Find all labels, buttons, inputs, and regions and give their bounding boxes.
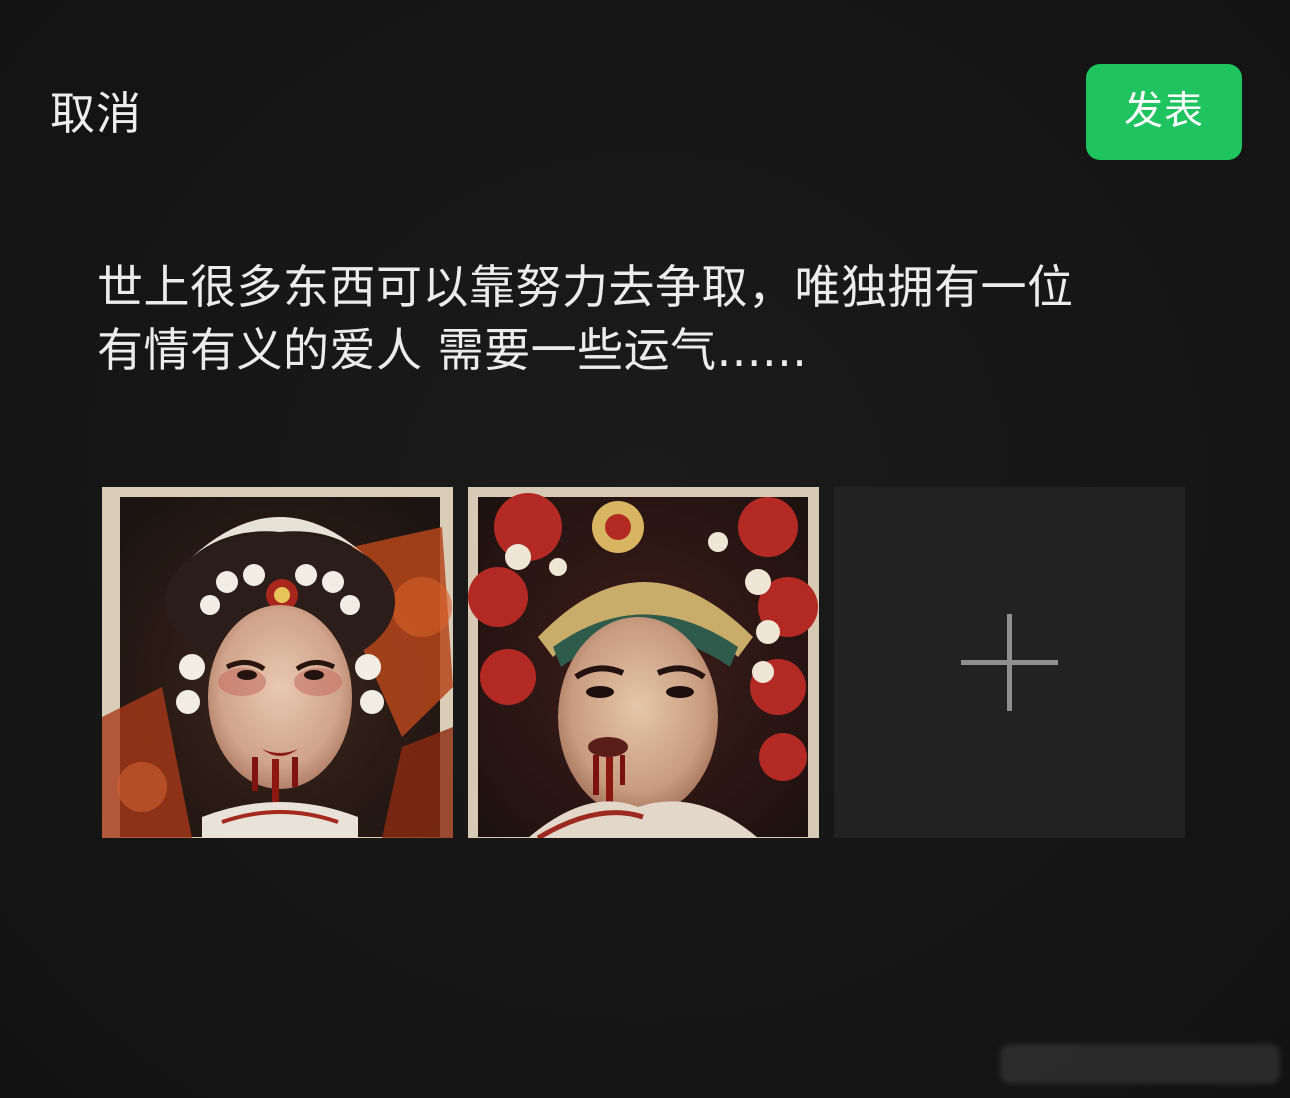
watermark: [1000, 1044, 1280, 1084]
add-image-button[interactable]: [834, 487, 1185, 838]
opera-portrait-image: [468, 487, 819, 838]
post-text-input[interactable]: 世上很多东西可以靠努力去争取，唯独拥有一位 有情有义的爱人 需要一些运气....…: [97, 256, 1187, 382]
opera-portrait-image: [102, 487, 453, 838]
image-thumbnail[interactable]: [468, 487, 819, 838]
publish-button[interactable]: 发表: [1086, 64, 1242, 160]
image-thumbnail[interactable]: [102, 487, 453, 838]
image-grid: [102, 487, 1185, 838]
top-bar: 取消 发表: [0, 0, 1290, 200]
cancel-button[interactable]: 取消: [50, 84, 142, 144]
